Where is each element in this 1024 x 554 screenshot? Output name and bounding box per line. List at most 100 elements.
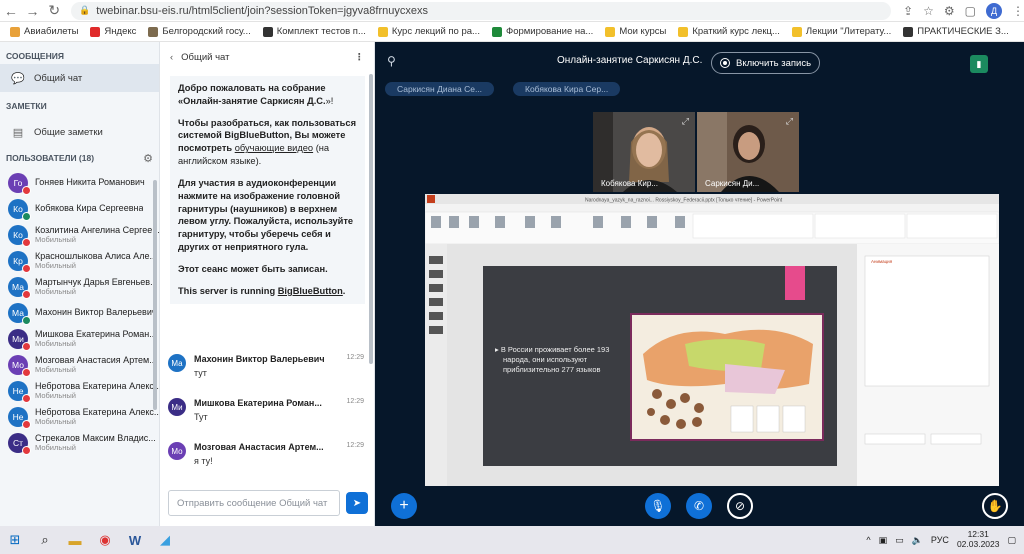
mute-button[interactable]: 🎙: [645, 493, 671, 519]
user-name: Махонин Виктор Валерьевич: [35, 308, 157, 318]
user-list-item[interactable]: Ма Махонин Виктор Валерьевич: [0, 300, 159, 326]
top-bar: ⚲ Онлайн-занятие Саркисян Д.С. Включить …: [375, 42, 1024, 80]
bookmark-item[interactable]: Курс лекций по ра...: [372, 22, 486, 41]
bookmark-item[interactable]: Комплект тестов п...: [257, 22, 372, 41]
public-chat-item[interactable]: 💬 Общий чат: [0, 64, 159, 92]
profile-avatar[interactable]: Д: [986, 2, 1002, 19]
message-sender: Мозговая Анастасия Артем...: [194, 442, 324, 452]
webcam-tile-2[interactable]: Саркисян Ди... ⤢: [697, 112, 799, 192]
chat-icon: 💬: [11, 72, 25, 85]
user-list-item[interactable]: Ст Стрекалов Максим Владис... Мобильный: [0, 430, 159, 456]
bbb-app: СООБЩЕНИЯ 💬 Общий чат ЗАМЕТКИ ▤ Общие за…: [0, 42, 1024, 526]
avatar: Не: [8, 407, 31, 429]
file-explorer-icon[interactable]: ▬: [60, 526, 90, 554]
bookmark-item[interactable]: Мои курсы: [599, 22, 672, 41]
chat-message-input[interactable]: Отправить сообщение Общий чат: [168, 490, 340, 516]
fullscreen-icon[interactable]: ⤢: [786, 116, 793, 127]
user-list-item[interactable]: Не Небротова Екатерина Алекс... Мобильный: [0, 404, 159, 430]
sidepanel-icon[interactable]: ▢: [965, 4, 976, 18]
share-icon[interactable]: ⇪: [903, 4, 913, 18]
connection-status-icon[interactable]: ▮: [970, 55, 988, 73]
keyboard-language[interactable]: РУС: [931, 535, 949, 545]
send-icon: ➤: [352, 497, 362, 509]
avatar-initials: Ко: [13, 204, 23, 214]
mic-status-icon: [22, 394, 31, 403]
app-icon[interactable]: ◢: [150, 526, 180, 554]
user-name: Гоняев Никита Романович: [35, 178, 145, 188]
extensions-icon[interactable]: ⚙: [944, 4, 955, 18]
bookmark-label: Лекции "Литерату...: [805, 26, 892, 37]
record-button[interactable]: Включить запись: [711, 52, 821, 74]
shared-notes-item[interactable]: ▤ Общие заметки: [0, 118, 159, 146]
chevron-left-icon[interactable]: ‹: [170, 52, 173, 63]
bookmark-item[interactable]: Лекции "Литерату...: [786, 22, 897, 41]
message-text: я ту!: [194, 456, 213, 466]
mic-status-icon: [22, 212, 31, 221]
share-webcam-button[interactable]: ⊘: [727, 493, 753, 519]
bookmark-item[interactable]: Краткий курс лекц...: [672, 22, 786, 41]
bookmark-item[interactable]: Авиабилеты: [4, 22, 84, 41]
volume-icon[interactable]: 🔈: [912, 535, 923, 546]
bookmark-item[interactable]: Формирование на...: [486, 22, 599, 41]
user-list-toggle-icon[interactable]: ⚲: [387, 54, 396, 68]
search-icon[interactable]: ⌕: [30, 526, 60, 554]
webcam-name-1: Кобякова Кир...: [601, 179, 658, 188]
bookmark-label: Формирование на...: [505, 26, 594, 37]
chat-title: Общий чат: [181, 51, 230, 63]
microphone-icon: 🎙: [650, 499, 666, 513]
bookmark-item[interactable]: Белгородский госу...: [142, 22, 256, 41]
clock[interactable]: 12:31 02.03.2023: [957, 529, 1000, 550]
bookmark-item[interactable]: Яндекс: [84, 22, 142, 41]
fullscreen-icon[interactable]: ⤢: [682, 116, 689, 127]
user-list-item[interactable]: Го Гоняев Никита Романович: [0, 170, 159, 196]
leave-audio-button[interactable]: ✆: [686, 493, 712, 519]
kebab-menu-icon[interactable]: ⋮: [355, 52, 365, 63]
notifications-icon[interactable]: ▢: [1007, 535, 1016, 546]
back-icon[interactable]: ←: [0, 0, 22, 22]
star-icon[interactable]: ☆: [923, 4, 934, 18]
raise-hand-button[interactable]: ✋: [982, 493, 1008, 519]
user-list-item[interactable]: Ко Козлитина Ангелина Сергее... Мобильный: [0, 222, 159, 248]
welcome-line-5-end: .: [342, 285, 346, 296]
mic-status-icon: [22, 264, 31, 273]
chevron-up-icon[interactable]: ^: [866, 535, 870, 545]
user-list-item[interactable]: Ма Мартынчук Дарья Евгеньев... Мобильный: [0, 274, 159, 300]
url-input[interactable]: 🔒 twebinar.bsu-eis.ru/html5client/join?s…: [71, 1, 892, 20]
chat-message: Мо Мозговая Анастасия Артем... 12:29 я ту!: [168, 442, 368, 466]
chat-message: Ма Махонин Виктор Валерьевич 12:29 тут: [168, 354, 368, 378]
user-device-label: Мобильный: [35, 234, 76, 244]
word-icon[interactable]: W: [120, 526, 150, 554]
actions-plus-button[interactable]: +: [391, 493, 417, 519]
webcam-name-2: Саркисян Ди...: [705, 179, 760, 188]
chat-scrollbar[interactable]: [369, 74, 373, 364]
user-list-scrollbar[interactable]: [153, 180, 157, 410]
user-list-item[interactable]: Кр Красношлыкова Алиса Але... Мобильный: [0, 248, 159, 274]
user-list-item[interactable]: Не Небротова Екатерина Алекс... Мобильный: [0, 378, 159, 404]
tutorial-video-link[interactable]: обучающие видео: [235, 143, 313, 153]
avatar: Не: [8, 381, 31, 403]
menu-icon[interactable]: ⋮: [1012, 4, 1024, 18]
user-list-item[interactable]: Мо Мозговая Анастасия Артем... Мобильный: [0, 352, 159, 378]
gear-icon[interactable]: ⚙: [143, 152, 153, 165]
bookmark-favicon-icon: [605, 26, 616, 37]
chrome-icon[interactable]: ◉: [90, 526, 120, 554]
forward-icon[interactable]: →: [22, 0, 44, 22]
talking-indicator-2: Кобякова Кира Сер...: [513, 82, 621, 96]
user-device-label: Мобильный: [35, 338, 76, 348]
network-icon[interactable]: ▭: [895, 535, 904, 546]
user-device-label: Мобильный: [35, 416, 76, 426]
user-list-item[interactable]: Ми Мишкова Екатерина Роман... Мобильный: [0, 326, 159, 352]
bookmark-item[interactable]: ПРАКТИЧЕСКИЕ З...: [897, 22, 1015, 41]
send-button[interactable]: ➤: [346, 492, 368, 514]
notes-section-title: ЗАМЕТКИ: [6, 101, 47, 111]
user-list-item[interactable]: Ко Кобякова Кира Сергеевна: [0, 196, 159, 222]
reload-icon[interactable]: ↻: [43, 0, 65, 22]
windows-start-icon[interactable]: ⊞: [0, 526, 30, 554]
bigbluebutton-link[interactable]: BigBlueButton: [278, 286, 343, 296]
bookmark-favicon-icon: [791, 26, 802, 37]
mic-status-icon: [22, 446, 31, 455]
tray-app-icon[interactable]: ▣: [879, 535, 888, 546]
avatar-initials: Ми: [171, 402, 183, 412]
welcome-meeting-name: Онлайн-занятие Саркисян Д.С.: [183, 95, 326, 106]
webcam-tile-1[interactable]: Кобякова Кир... ⤢: [593, 112, 695, 192]
